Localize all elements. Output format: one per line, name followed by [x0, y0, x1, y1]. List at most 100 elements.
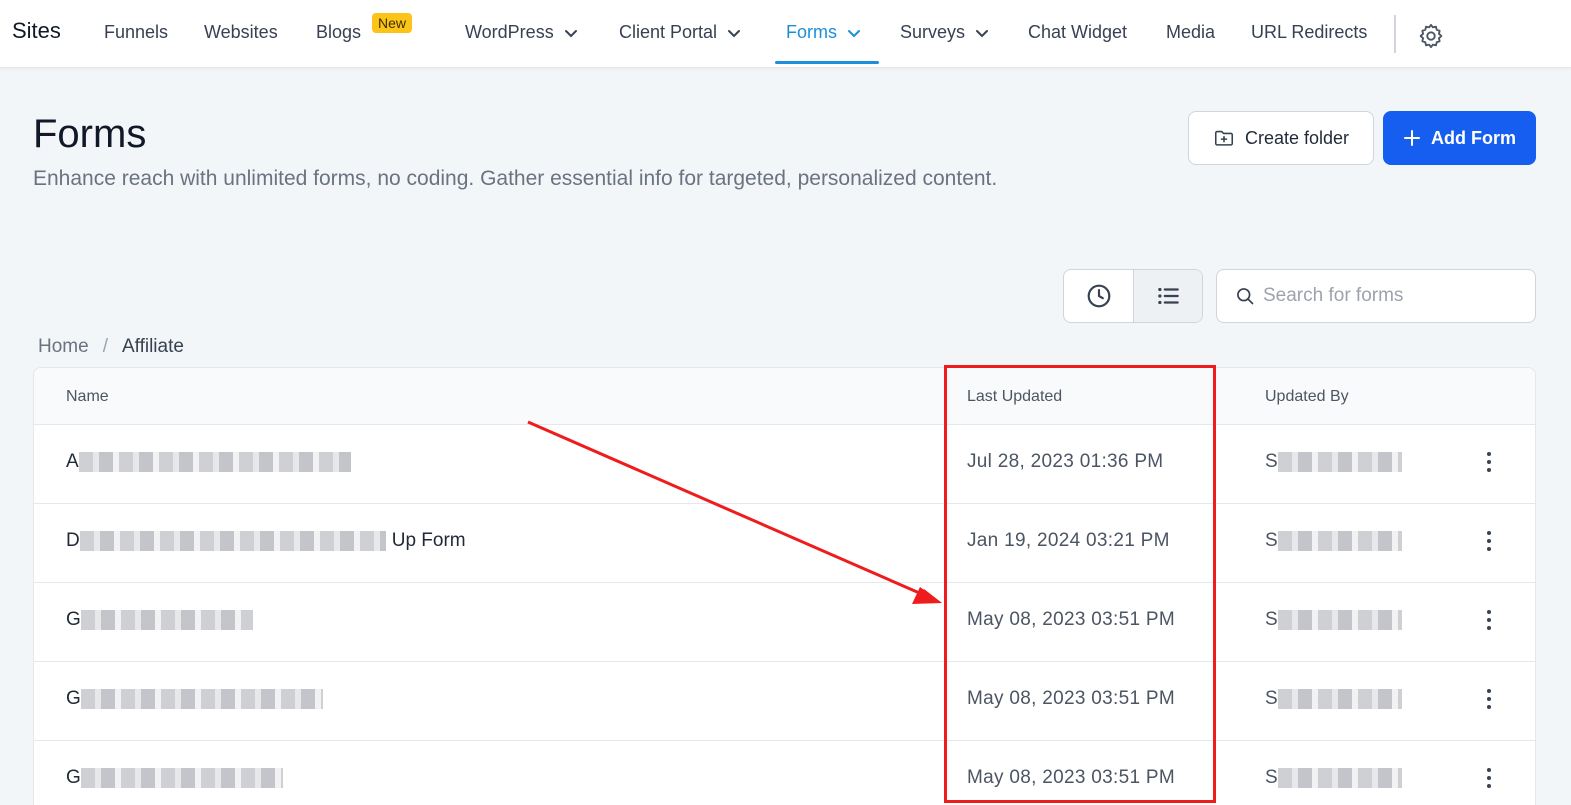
redacted-text [1277, 768, 1402, 788]
breadcrumb: Home / Affiliate [38, 336, 184, 358]
redacted-text [79, 531, 386, 551]
form-name-cell[interactable]: A [66, 451, 351, 473]
updated-by-text: S [1265, 609, 1278, 630]
nav-label: Websites [204, 22, 278, 42]
add-form-button[interactable]: Add Form [1383, 111, 1536, 165]
form-name-suffix: Up Form [391, 530, 466, 551]
updated-by-text: S [1265, 451, 1278, 472]
create-folder-button[interactable]: Create folder [1188, 111, 1374, 165]
updated-by-cell: S [1265, 688, 1402, 710]
nav-forms[interactable]: Forms [786, 22, 861, 43]
top-nav: Sites Funnels Websites Blogs New WordPre… [0, 0, 1571, 68]
create-folder-label: Create folder [1244, 127, 1350, 148]
nav-label: URL Redirects [1251, 22, 1368, 42]
clock-icon [1087, 284, 1110, 308]
breadcrumb-separator: / [102, 336, 108, 357]
form-name-text: A [66, 451, 79, 472]
redacted-text [1277, 689, 1402, 709]
column-header-updated-by[interactable]: Updated By [1265, 388, 1349, 406]
updated-by-cell: S [1265, 530, 1402, 552]
page-title: Forms [33, 112, 147, 156]
nav-media[interactable]: Media [1166, 22, 1215, 43]
chevron-down-icon [564, 29, 577, 37]
gear-icon[interactable] [1417, 22, 1445, 50]
nav-divider [1394, 15, 1396, 53]
last-updated-cell: May 08, 2023 03:51 PM [967, 609, 1176, 630]
table-row[interactable]: A Jul 28, 2023 01:36 PM S [34, 425, 1535, 504]
search-input[interactable] [1263, 285, 1523, 307]
redacted-text [80, 689, 323, 709]
add-form-label: Add Form [1431, 127, 1516, 148]
search-icon [1237, 288, 1254, 305]
more-options-icon[interactable] [1477, 447, 1501, 477]
page-description: Enhance reach with unlimited forms, no c… [33, 167, 998, 190]
chevron-down-icon [848, 29, 860, 37]
more-options-icon[interactable] [1477, 526, 1501, 556]
nav-chat-widget[interactable]: Chat Widget [1028, 22, 1127, 43]
brand-title: Sites [12, 18, 61, 43]
table-row[interactable]: G May 08, 2023 03:51 PM S [34, 662, 1535, 741]
breadcrumb-current: Affiliate [121, 336, 184, 357]
table-row[interactable]: G May 08, 2023 03:51 PM S [34, 741, 1535, 805]
form-name-cell[interactable]: G [66, 609, 253, 631]
updated-by-text: S [1265, 767, 1278, 788]
table-row[interactable]: D Up Form Jan 19, 2024 03:21 PM S [34, 504, 1535, 583]
updated-by-text: S [1265, 688, 1278, 709]
form-name-cell[interactable]: G [66, 688, 323, 710]
nav-label: Media [1166, 22, 1216, 42]
column-header-name[interactable]: Name [66, 388, 109, 406]
search-box [1216, 269, 1536, 323]
chevron-down-icon [976, 29, 989, 37]
form-name-text: D [66, 530, 80, 551]
nav-label: Client Portal [619, 22, 718, 42]
chevron-down-icon [728, 29, 741, 37]
nav-surveys[interactable]: Surveys [900, 22, 989, 43]
redacted-text [80, 610, 253, 630]
breadcrumb-home[interactable]: Home [38, 336, 89, 358]
folder-plus-icon [1214, 130, 1233, 146]
nav-blogs[interactable]: Blogs [316, 22, 361, 43]
updated-by-cell: S [1265, 451, 1402, 473]
new-badge: New [372, 13, 413, 33]
active-tab-indicator [775, 61, 879, 64]
form-name-cell[interactable]: G [66, 767, 283, 789]
nav-label: WordPress [465, 22, 554, 42]
form-name-cell[interactable]: D Up Form [66, 530, 466, 552]
plus-icon [1404, 130, 1420, 146]
nav-url-redirects[interactable]: URL Redirects [1251, 22, 1367, 43]
redacted-text [80, 768, 283, 788]
redacted-text [1277, 531, 1402, 551]
more-options-icon[interactable] [1477, 605, 1501, 635]
nav-websites[interactable]: Websites [204, 22, 278, 43]
table-header: Name Last Updated Updated By [34, 368, 1535, 425]
more-options-icon[interactable] [1477, 684, 1501, 714]
nav-client-portal[interactable]: Client Portal [619, 22, 741, 43]
list-view-button[interactable] [1133, 270, 1202, 322]
redacted-text [1277, 452, 1402, 472]
view-toggle [1063, 269, 1203, 323]
nav-wordpress[interactable]: WordPress [465, 22, 578, 43]
updated-by-cell: S [1265, 609, 1402, 631]
redacted-text [78, 452, 351, 472]
redacted-text [1277, 610, 1402, 630]
form-name-text: G [66, 688, 81, 709]
last-updated-cell: May 08, 2023 03:51 PM [967, 688, 1176, 709]
nav-label: Blogs [316, 22, 362, 42]
nav-label: Forms [786, 22, 837, 42]
updated-by-cell: S [1265, 767, 1402, 789]
forms-table: Name Last Updated Updated By A Jul 28, 2… [33, 367, 1536, 805]
more-options-icon[interactable] [1477, 763, 1501, 793]
nav-label: Funnels [104, 22, 169, 42]
updated-by-text: S [1265, 530, 1278, 551]
last-updated-cell: May 08, 2023 03:51 PM [967, 767, 1176, 788]
table-row[interactable]: G May 08, 2023 03:51 PM S [34, 583, 1535, 662]
nav-label: Surveys [900, 22, 966, 42]
nav-label: Chat Widget [1028, 22, 1128, 42]
last-updated-cell: Jul 28, 2023 01:36 PM [967, 451, 1164, 472]
list-icon [1158, 287, 1179, 305]
nav-funnels[interactable]: Funnels [104, 22, 168, 43]
form-name-text: G [66, 609, 81, 630]
last-updated-cell: Jan 19, 2024 03:21 PM [967, 530, 1170, 551]
column-header-last-updated[interactable]: Last Updated [967, 388, 1062, 406]
recent-view-button[interactable] [1064, 270, 1133, 322]
